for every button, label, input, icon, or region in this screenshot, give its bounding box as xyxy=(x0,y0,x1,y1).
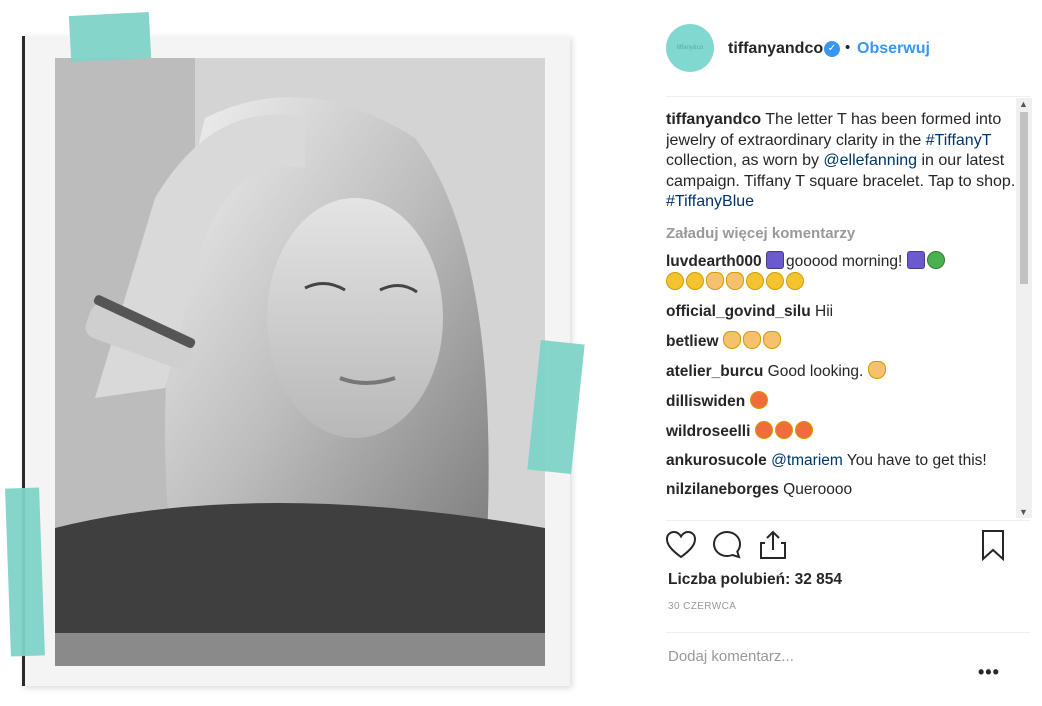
scroll-up-arrow-icon[interactable]: ▲ xyxy=(1019,99,1028,109)
emoji-icon xyxy=(706,271,724,290)
portrait-illustration xyxy=(55,58,545,666)
comment-text: gooood morning! xyxy=(785,252,903,270)
add-comment-input[interactable]: Dodaj komentarz... xyxy=(668,648,794,665)
emoji-icon xyxy=(762,330,781,349)
emoji-icon xyxy=(749,390,768,409)
comment-item: betliew xyxy=(666,330,1030,352)
emoji-icon xyxy=(742,330,761,349)
avatar-text: tiffany&co xyxy=(676,45,704,51)
like-count[interactable]: Liczba polubień: 32 854 xyxy=(668,571,842,589)
emoji-icon xyxy=(867,360,886,379)
post-image[interactable] xyxy=(55,58,545,666)
comment-item: nilzilaneborges Queroooo xyxy=(666,480,1030,500)
comment-item: ankurosucole @tmariem You have to get th… xyxy=(666,451,1030,471)
comment-text: Hii xyxy=(815,302,834,320)
emoji-icon xyxy=(786,271,804,290)
photo-frame xyxy=(22,36,570,686)
emoji-icon xyxy=(746,271,764,290)
divider xyxy=(666,632,1030,633)
comment-username[interactable]: luvdearth000 xyxy=(666,253,762,270)
follow-button[interactable]: Obserwuj xyxy=(857,40,930,58)
comment-username[interactable]: nilzilaneborges xyxy=(666,481,779,498)
post-photo-area[interactable] xyxy=(0,0,600,706)
comment-item: atelier_burcu Good looking. xyxy=(666,360,1030,382)
mention-link[interactable]: @tmariem xyxy=(771,452,843,469)
tape-decoration xyxy=(68,11,152,63)
comment-username[interactable]: wildroseelli xyxy=(666,423,750,440)
mention-link[interactable]: @ellefanning xyxy=(823,152,917,169)
post-caption: tiffanyandco The letter T has been forme… xyxy=(666,110,1030,213)
emoji-icon xyxy=(766,271,784,290)
emoji-icon xyxy=(765,250,784,269)
post-header: tiffany&co tiffanyandco ✓ • Obserwuj xyxy=(648,18,1042,82)
header-username[interactable]: tiffanyandco xyxy=(728,40,823,58)
scrollbar-thumb[interactable] xyxy=(1020,112,1028,284)
speech-bubble-icon[interactable] xyxy=(710,528,744,562)
divider xyxy=(666,96,1030,97)
comment-item: official_govind_silu Hii xyxy=(666,302,1030,322)
emoji-icon xyxy=(774,420,793,439)
more-options-button[interactable]: ••• xyxy=(978,662,1000,683)
emoji-icon xyxy=(686,271,704,290)
comment-username[interactable]: atelier_burcu xyxy=(666,363,763,380)
divider xyxy=(666,520,1030,521)
share-icon[interactable] xyxy=(756,528,790,562)
comment-item: dilliswiden xyxy=(666,390,1030,412)
comment-text: Queroooo xyxy=(783,480,853,498)
emoji-icon xyxy=(722,330,741,349)
bookmark-icon[interactable] xyxy=(976,528,1010,562)
load-more-comments-button[interactable]: Załaduj więcej komentarzy xyxy=(666,225,1030,242)
comment-username[interactable]: dilliswiden xyxy=(666,393,745,410)
caption-username[interactable]: tiffanyandco xyxy=(666,111,761,128)
comments-list[interactable]: tiffanyandco The letter T has been forme… xyxy=(666,110,1030,518)
emoji-icon xyxy=(666,271,684,290)
separator-dot: • xyxy=(845,39,851,56)
scroll-down-arrow-icon[interactable]: ▼ xyxy=(1019,507,1028,517)
post-date: 30 CZERWCA xyxy=(668,601,737,612)
tape-decoration xyxy=(5,487,45,657)
emoji-icon xyxy=(906,250,925,269)
comment-username[interactable]: ankurosucole xyxy=(666,452,767,469)
comment-text: You have to get this! xyxy=(842,451,987,469)
emoji-icon xyxy=(726,271,744,290)
verified-badge-icon: ✓ xyxy=(824,41,840,57)
comment-item: wildroseelli xyxy=(666,420,1030,442)
emoji-icon xyxy=(794,420,813,439)
comment-username[interactable]: betliew xyxy=(666,333,719,350)
post-side-panel: tiffany&co tiffanyandco ✓ • Obserwuj tif… xyxy=(648,0,1042,706)
avatar[interactable]: tiffany&co xyxy=(666,24,714,72)
emoji-icon xyxy=(754,420,773,439)
hashtag-link[interactable]: #TiffanyT xyxy=(926,132,992,149)
hashtag-link[interactable]: #TiffanyBlue xyxy=(666,193,754,210)
comment-username[interactable]: official_govind_silu xyxy=(666,303,811,320)
comment-text: Good looking. xyxy=(767,362,864,380)
comment-item: luvdearth000 gooood morning! xyxy=(666,250,1030,293)
emoji-icon xyxy=(926,250,945,269)
caption-text: collection, as worn by xyxy=(666,152,824,169)
comments-scrollbar[interactable]: ▲ ▼ xyxy=(1016,98,1032,518)
heart-icon[interactable] xyxy=(664,528,698,562)
